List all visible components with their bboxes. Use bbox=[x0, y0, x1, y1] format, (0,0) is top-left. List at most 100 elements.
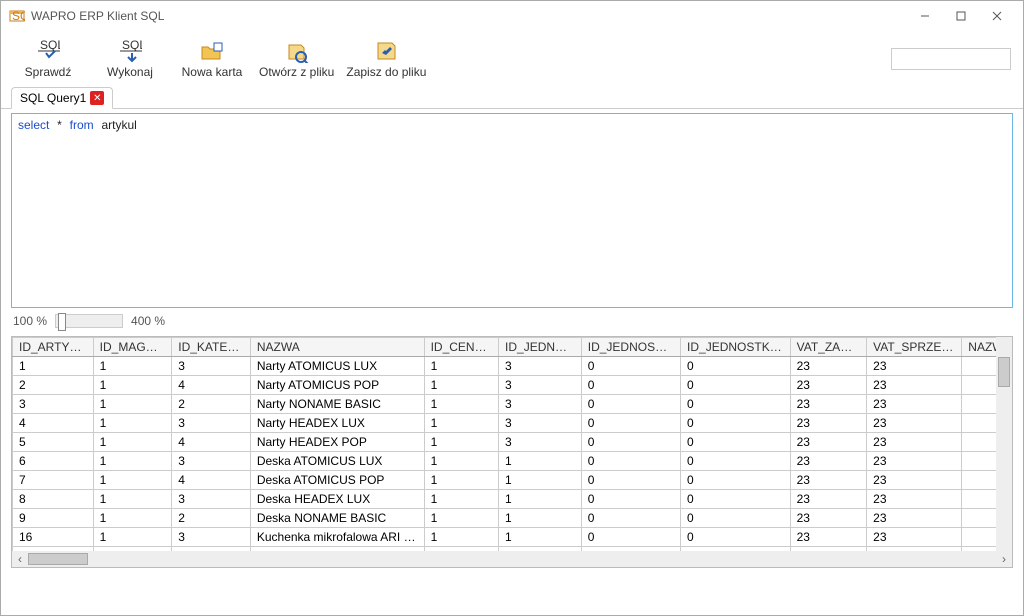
new-tab-label: Nowa karta bbox=[182, 65, 243, 79]
cell: 23 bbox=[790, 490, 867, 509]
tab-close-icon[interactable]: ✕ bbox=[90, 91, 104, 105]
cell: 23 bbox=[867, 414, 962, 433]
cell: Narty HEADEX LUX bbox=[250, 414, 424, 433]
cell: 4 bbox=[172, 376, 251, 395]
table-row[interactable]: 813Deska HEADEX LUX11002323 bbox=[13, 490, 1012, 509]
slider-knob[interactable] bbox=[58, 313, 66, 331]
cell: 0 bbox=[681, 452, 791, 471]
table-row[interactable]: 113Narty ATOMICUS LUX13002323 bbox=[13, 357, 1012, 376]
cell: 23 bbox=[867, 376, 962, 395]
column-header[interactable]: NAZWA bbox=[250, 338, 424, 357]
table-row[interactable]: 514Narty HEADEX POP13002323 bbox=[13, 433, 1012, 452]
sql-star: * bbox=[57, 118, 62, 132]
scroll-thumb[interactable] bbox=[998, 357, 1010, 387]
table-row[interactable]: 413Narty HEADEX LUX13002323 bbox=[13, 414, 1012, 433]
table-row[interactable]: 312Narty NONAME BASIC13002323 bbox=[13, 395, 1012, 414]
cell: Deska HEADEX LUX bbox=[250, 490, 424, 509]
zoom-min-label: 100 % bbox=[13, 314, 47, 328]
table-row[interactable]: 912Deska NONAME BASIC11002323 bbox=[13, 509, 1012, 528]
cell: 23 bbox=[867, 509, 962, 528]
open-file-button[interactable]: Otwórz z pliku bbox=[259, 33, 334, 85]
column-header[interactable]: ID_KATEGORII bbox=[172, 338, 251, 357]
sql-editor[interactable]: select * from artykul bbox=[11, 113, 1013, 308]
execute-button[interactable]: SQL Wykonaj bbox=[95, 33, 165, 85]
close-button[interactable] bbox=[979, 1, 1015, 31]
zoom-slider[interactable] bbox=[55, 314, 123, 328]
execute-label: Wykonaj bbox=[107, 65, 153, 79]
cell: 23 bbox=[790, 509, 867, 528]
save-file-button[interactable]: Zapisz do pliku bbox=[346, 33, 426, 85]
sql-identifier: artykul bbox=[101, 118, 136, 132]
scroll-right-arrow[interactable]: › bbox=[996, 551, 1012, 567]
cell: 23 bbox=[867, 357, 962, 376]
cell: 23 bbox=[867, 490, 962, 509]
cell: 0 bbox=[681, 490, 791, 509]
cell: 0 bbox=[581, 357, 680, 376]
cell: 2 bbox=[172, 395, 251, 414]
table-row[interactable]: 214Narty ATOMICUS POP13002323 bbox=[13, 376, 1012, 395]
cell: 1 bbox=[424, 376, 498, 395]
cell: 3 bbox=[499, 376, 582, 395]
search-input[interactable] bbox=[896, 52, 1024, 66]
scroll-thumb[interactable] bbox=[28, 553, 88, 565]
table-row[interactable]: 613Deska ATOMICUS LUX11002323 bbox=[13, 452, 1012, 471]
column-header[interactable]: ID_JEDNOSTKI bbox=[499, 338, 582, 357]
cell: Narty ATOMICUS LUX bbox=[250, 357, 424, 376]
horizontal-scrollbar[interactable]: ‹ › bbox=[12, 551, 1012, 567]
keyword-select: select bbox=[18, 118, 49, 132]
new-tab-button[interactable]: Nowa karta bbox=[177, 33, 247, 85]
cell: Kuchenka mikrofalowa ARI LUX bbox=[250, 528, 424, 547]
check-button[interactable]: SQL Sprawdź bbox=[13, 33, 83, 85]
cell: 0 bbox=[681, 509, 791, 528]
cell: 0 bbox=[581, 471, 680, 490]
cell: 2 bbox=[172, 509, 251, 528]
maximize-button[interactable] bbox=[943, 1, 979, 31]
cell: 1 bbox=[424, 433, 498, 452]
tab-label: SQL Query1 bbox=[20, 91, 86, 105]
cell: Narty NONAME BASIC bbox=[250, 395, 424, 414]
cell: 23 bbox=[790, 452, 867, 471]
table-row[interactable]: 1613Kuchenka mikrofalowa ARI LUX11002323 bbox=[13, 528, 1012, 547]
svg-text:SQL: SQL bbox=[40, 39, 60, 52]
cell: 23 bbox=[790, 414, 867, 433]
cell: 6 bbox=[13, 452, 94, 471]
cell: 23 bbox=[867, 433, 962, 452]
cell: 1 bbox=[93, 490, 172, 509]
column-header[interactable]: ID_JEDNOSTKI_ZAK bbox=[581, 338, 680, 357]
cell: 3 bbox=[499, 414, 582, 433]
search-box[interactable] bbox=[891, 48, 1011, 70]
column-header[interactable]: ID_JEDNOSTKI_SPRZ bbox=[681, 338, 791, 357]
cell: 1 bbox=[424, 528, 498, 547]
cell: 9 bbox=[13, 509, 94, 528]
cell: 7 bbox=[13, 471, 94, 490]
minimize-button[interactable] bbox=[907, 1, 943, 31]
titlebar: SQL WAPRO ERP Klient SQL bbox=[1, 1, 1023, 31]
cell: 3 bbox=[172, 490, 251, 509]
cell: 0 bbox=[581, 452, 680, 471]
column-header[interactable]: ID_ARTYKULU bbox=[13, 338, 94, 357]
cell: 0 bbox=[681, 357, 791, 376]
cell: Deska NONAME BASIC bbox=[250, 509, 424, 528]
cell: 3 bbox=[499, 357, 582, 376]
tab-sql-query[interactable]: SQL Query1 ✕ bbox=[11, 87, 113, 109]
cell: 1 bbox=[93, 357, 172, 376]
column-header[interactable]: VAT_ZAKUPU bbox=[790, 338, 867, 357]
sql-check-icon: SQL bbox=[36, 39, 60, 63]
scroll-left-arrow[interactable]: ‹ bbox=[12, 551, 28, 567]
cell: 1 bbox=[424, 490, 498, 509]
column-header[interactable]: VAT_SPRZEDAZY bbox=[867, 338, 962, 357]
cell: 1 bbox=[424, 509, 498, 528]
cell: 0 bbox=[581, 490, 680, 509]
cell: 23 bbox=[867, 528, 962, 547]
cell: 23 bbox=[790, 471, 867, 490]
cell: 23 bbox=[790, 433, 867, 452]
table-row[interactable]: 714Deska ATOMICUS POP11002323 bbox=[13, 471, 1012, 490]
cell: 1 bbox=[93, 433, 172, 452]
results-table[interactable]: ID_ARTYKULUID_MAGAZYNUID_KATEGORIINAZWAI… bbox=[12, 337, 1012, 551]
column-header[interactable]: ID_MAGAZYNU bbox=[93, 338, 172, 357]
save-file-icon bbox=[374, 39, 398, 63]
cell: 0 bbox=[581, 509, 680, 528]
column-header[interactable]: ID_CENY_DOM bbox=[424, 338, 498, 357]
vertical-scrollbar[interactable] bbox=[996, 337, 1012, 551]
cell: 3 bbox=[172, 452, 251, 471]
